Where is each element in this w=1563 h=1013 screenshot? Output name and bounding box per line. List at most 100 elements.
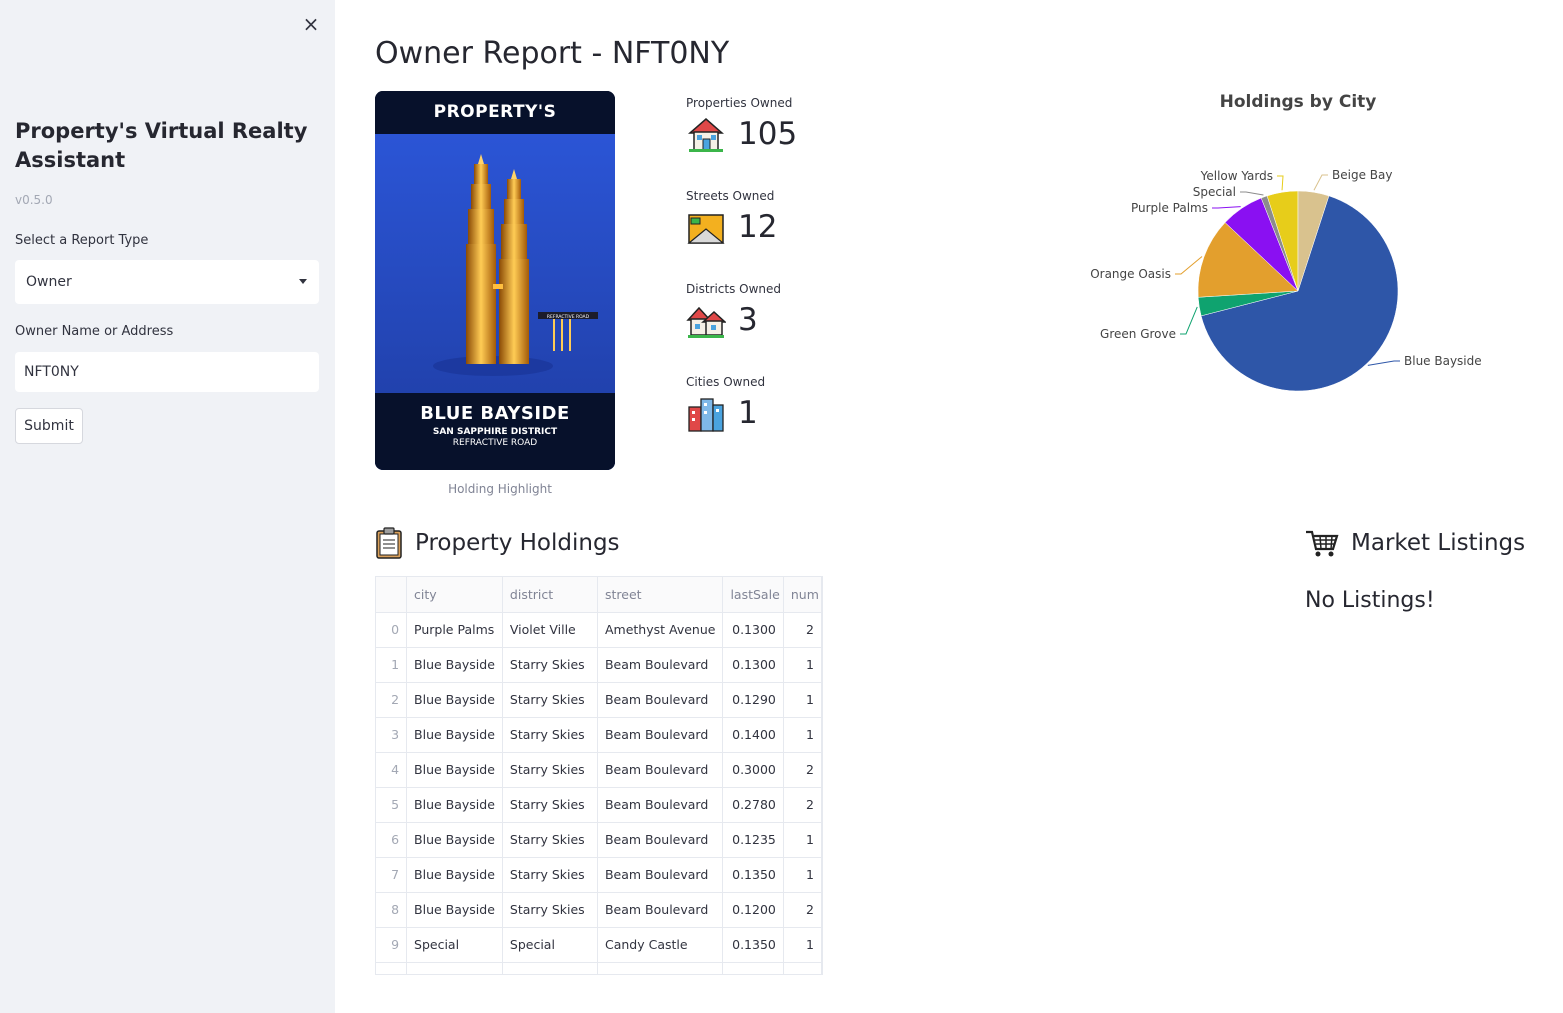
section-title-text: Market Listings: [1351, 530, 1526, 556]
row-index[interactable]: 4: [376, 752, 408, 788]
table-row[interactable]: 3 Blue Bayside Starry Skies Beam Boulevard 0…: [376, 717, 822, 753]
table-cell-city[interactable]: Blue Bayside: [406, 717, 503, 753]
pie-leader-line: [1277, 175, 1284, 191]
table-cell-lastSale[interactable]: 0.1400: [722, 717, 784, 753]
table-cell-lastSale[interactable]: 0.1300: [722, 647, 784, 683]
table-cell-district[interactable]: Starry Skies: [502, 892, 598, 928]
pie-leader-line: [1367, 360, 1400, 366]
metric-label: Properties Owned: [686, 96, 793, 110]
row-index[interactable]: 5: [376, 787, 408, 823]
table-cell-district[interactable]: Starry Skies: [502, 752, 598, 788]
table-cell-district[interactable]: Starry Skies: [502, 857, 598, 893]
table-cell-city[interactable]: Blue Bayside: [406, 682, 503, 718]
row-index[interactable]: 1: [376, 647, 408, 683]
table-row[interactable]: 5 Blue Bayside Starry Skies Beam Boulevard 0…: [376, 787, 822, 823]
table-cell-city[interactable]: Blue Bayside: [406, 752, 503, 788]
table-cell-district[interactable]: Starry Skies: [502, 717, 598, 753]
column-header-city[interactable]: city: [406, 577, 503, 613]
table-cell-street[interactable]: Beam Boulevard: [597, 682, 724, 718]
column-header-lastsale[interactable]: lastSale: [722, 577, 784, 613]
table-cell-street[interactable]: Beam Boulevard: [597, 857, 724, 893]
table-cell-lastSale[interactable]: 0.1200: [722, 892, 784, 928]
table-cell-lastSale[interactable]: 0.1350: [722, 927, 784, 963]
table-row[interactable]: 2 Blue Bayside Starry Skies Beam Boulevard 0…: [376, 682, 822, 718]
table-cell[interactable]: [406, 962, 503, 974]
table-cell-street[interactable]: Candy Castle: [597, 927, 724, 963]
card-footer: BLUE BAYSIDE SAN SAPPHIRE DISTRICT REFRA…: [375, 393, 615, 470]
table-cell[interactable]: [722, 962, 784, 974]
table-cell-street[interactable]: Beam Boulevard: [597, 892, 724, 928]
submit-button[interactable]: Submit: [15, 408, 83, 444]
table-cell-num[interactable]: 1: [783, 857, 822, 893]
column-header-num[interactable]: num: [783, 577, 822, 613]
card-brand: PROPERTY'S: [375, 91, 615, 134]
table-cell-street[interactable]: Beam Boulevard: [597, 787, 724, 823]
table-row[interactable]: 9 Special Special Candy Castle 0.1350 1: [376, 927, 822, 963]
table-cell-district[interactable]: Special: [502, 927, 598, 963]
row-index[interactable]: 9: [376, 927, 408, 963]
table-cell-num[interactable]: 2: [783, 892, 822, 928]
row-index[interactable]: 0: [376, 612, 408, 648]
row-index[interactable]: 7: [376, 857, 408, 893]
row-index[interactable]: 8: [376, 892, 408, 928]
chevron-down-icon: [299, 279, 307, 284]
table-cell-num[interactable]: 2: [783, 752, 822, 788]
table-row[interactable]: 1 Blue Bayside Starry Skies Beam Boulevard 0…: [376, 647, 822, 683]
table-cell-city[interactable]: Blue Bayside: [406, 822, 503, 858]
table-cell-district[interactable]: Violet Ville: [502, 612, 598, 648]
table-cell-lastSale[interactable]: 0.2780: [722, 787, 784, 823]
table-row[interactable]: [376, 962, 822, 974]
holdings-table[interactable]: city district street lastSale num 0 Purpl…: [375, 576, 823, 975]
row-index[interactable]: 3: [376, 717, 408, 753]
table-cell[interactable]: [783, 962, 822, 974]
table-row[interactable]: 8 Blue Bayside Starry Skies Beam Boulevard 0…: [376, 892, 822, 928]
table-cell-lastSale[interactable]: 0.1350: [722, 857, 784, 893]
table-cell-city[interactable]: Blue Bayside: [406, 787, 503, 823]
table-cell-street[interactable]: Amethyst Avenue: [597, 612, 724, 648]
table-cell-district[interactable]: Starry Skies: [502, 822, 598, 858]
table-cell-lastSale[interactable]: 0.1300: [722, 612, 784, 648]
table-cell-city[interactable]: Blue Bayside: [406, 892, 503, 928]
report-type-select[interactable]: Owner: [15, 260, 319, 304]
owner-input[interactable]: [15, 352, 319, 392]
table-cell-street[interactable]: Beam Boulevard: [597, 647, 724, 683]
metric-districts: Districts Owned 3: [686, 282, 781, 340]
table-cell-num[interactable]: 1: [783, 717, 822, 753]
pie-label: Beige Bay: [1332, 168, 1392, 182]
table-cell-num[interactable]: 1: [783, 822, 822, 858]
column-header-street[interactable]: street: [597, 577, 724, 613]
table-cell-num[interactable]: 2: [783, 787, 822, 823]
table-cell-city[interactable]: Purple Palms: [406, 612, 503, 648]
table-cell-num[interactable]: 1: [783, 647, 822, 683]
table-cell-lastSale[interactable]: 0.1290: [722, 682, 784, 718]
table-cell-district[interactable]: Starry Skies: [502, 647, 598, 683]
table-row[interactable]: 7 Blue Bayside Starry Skies Beam Boulevard 0…: [376, 857, 822, 893]
table-cell-district[interactable]: Starry Skies: [502, 787, 598, 823]
pie-leader-line: [1175, 256, 1203, 275]
table-cell-street[interactable]: Beam Boulevard: [597, 752, 724, 788]
column-header-district[interactable]: district: [502, 577, 598, 613]
pie-label: Special: [1193, 185, 1236, 199]
table-cell[interactable]: [376, 962, 408, 974]
pie-leader-line: [1240, 191, 1264, 196]
table-cell-city[interactable]: Blue Bayside: [406, 857, 503, 893]
table-row[interactable]: 6 Blue Bayside Starry Skies Beam Boulevard 0…: [376, 822, 822, 858]
table-cell-district[interactable]: Starry Skies: [502, 682, 598, 718]
table-row[interactable]: 0 Purple Palms Violet Ville Amethyst Avenue…: [376, 612, 822, 648]
table-cell-num[interactable]: 1: [783, 927, 822, 963]
table-cell-city[interactable]: Special: [406, 927, 503, 963]
table-cell-num[interactable]: 1: [783, 682, 822, 718]
table-cell-city[interactable]: Blue Bayside: [406, 647, 503, 683]
table-cell-num[interactable]: 2: [783, 612, 822, 648]
column-header-index[interactable]: [376, 577, 408, 613]
row-index[interactable]: 6: [376, 822, 408, 858]
table-cell-street[interactable]: Beam Boulevard: [597, 822, 724, 858]
table-cell[interactable]: [502, 962, 598, 974]
close-sidebar-icon[interactable]: ×: [300, 12, 322, 36]
table-row[interactable]: 4 Blue Bayside Starry Skies Beam Boulevard 0…: [376, 752, 822, 788]
table-cell[interactable]: [597, 962, 724, 974]
table-cell-street[interactable]: Beam Boulevard: [597, 717, 724, 753]
row-index[interactable]: 2: [376, 682, 408, 718]
table-cell-lastSale[interactable]: 0.3000: [722, 752, 784, 788]
table-cell-lastSale[interactable]: 0.1235: [722, 822, 784, 858]
